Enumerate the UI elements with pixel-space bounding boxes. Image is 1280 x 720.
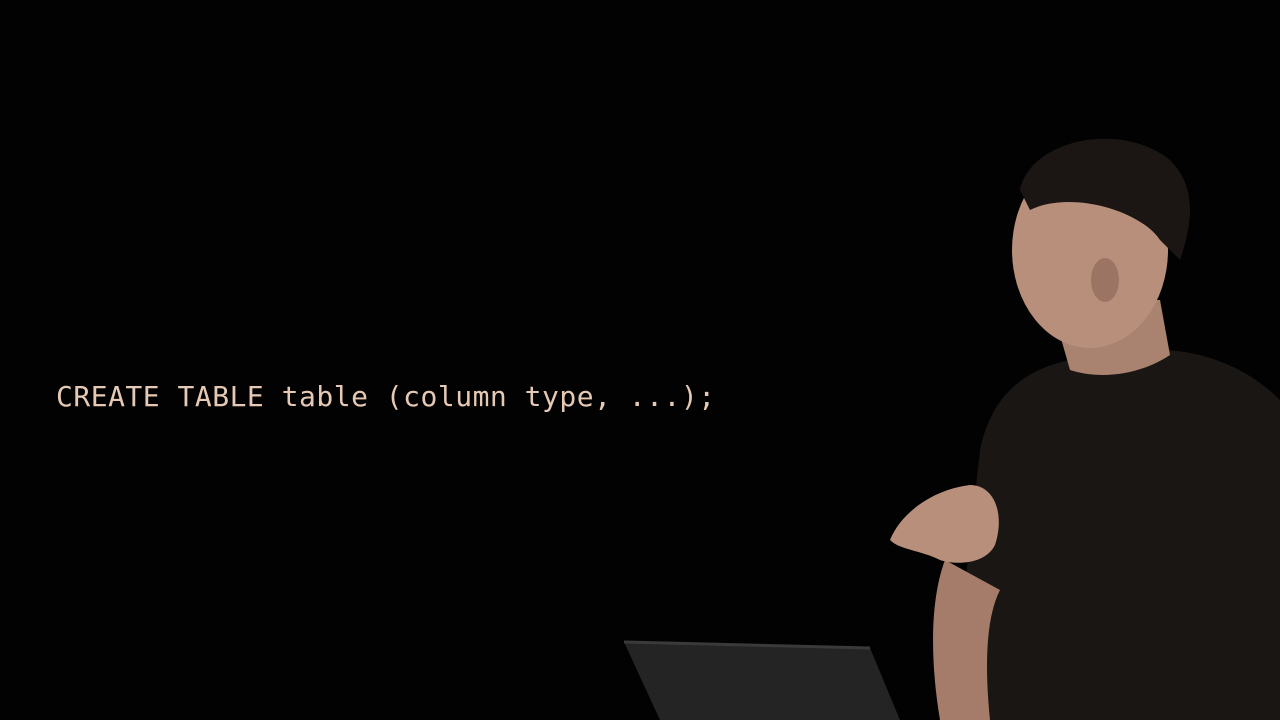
shirt-shape (950, 350, 1280, 720)
laptop-icon (624, 642, 900, 720)
hand-shape (890, 485, 999, 563)
presenter-photo (600, 120, 1280, 720)
ear-shape (1091, 258, 1119, 302)
slide-stage: CREATE TABLE table (column type, ...); (0, 0, 1280, 720)
